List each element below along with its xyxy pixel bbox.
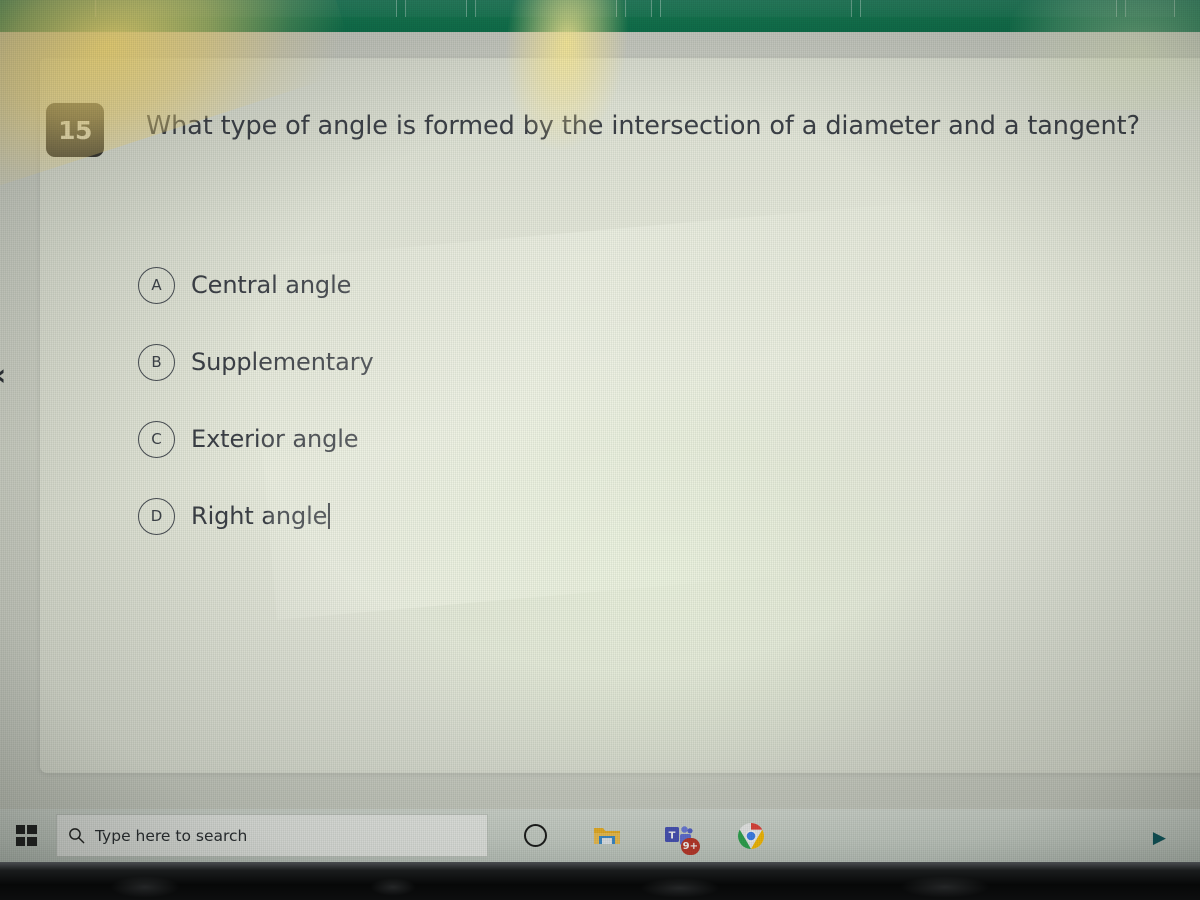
search-input[interactable]: Type here to search	[56, 814, 488, 857]
browser-tab[interactable]	[625, 0, 652, 17]
answer-option-b[interactable]: B Supplementary	[138, 333, 838, 391]
start-button[interactable]	[0, 809, 52, 862]
tray-expand-arrow-icon[interactable]: ▶	[1153, 828, 1166, 848]
browser-tab[interactable]	[405, 0, 467, 17]
browser-tabs	[0, 0, 1200, 17]
browser-tab[interactable]	[660, 0, 852, 17]
question-number-badge: 15	[46, 103, 104, 157]
question-row: 15 What type of angle is formed by the i…	[44, 103, 1184, 157]
teams-notification-badge: 9+	[680, 837, 700, 855]
answer-option-a[interactable]: A Central angle	[138, 256, 838, 314]
file-explorer-icon[interactable]	[590, 819, 624, 853]
browser-tab[interactable]	[1125, 0, 1175, 17]
cortana-icon[interactable]	[518, 819, 552, 853]
question-text: What type of angle is formed by the inte…	[146, 111, 1140, 141]
quiz-card: 15 What type of angle is formed by the i…	[40, 58, 1200, 788]
windows-logo-icon	[15, 825, 37, 846]
photo-of-laptop-screen: ‹ 15 What type of angle is formed by the…	[0, 0, 1200, 900]
browser-tab[interactable]	[475, 0, 617, 17]
option-letter-circle-d[interactable]: D	[138, 497, 175, 535]
search-icon	[57, 827, 95, 844]
option-label-b: Supplementary	[191, 348, 374, 376]
option-label-d: Right angle	[191, 502, 330, 530]
search-placeholder: Type here to search	[95, 826, 248, 845]
browser-tab[interactable]	[95, 0, 397, 17]
option-label-c: Exterior angle	[191, 425, 359, 453]
laptop-base	[0, 862, 1200, 900]
answer-options-list: A Central angle B Supplementary C Exteri…	[138, 256, 838, 564]
answer-option-c[interactable]: C Exterior angle	[138, 410, 838, 468]
microsoft-teams-icon[interactable]: T 9+	[662, 819, 700, 855]
google-chrome-icon[interactable]	[734, 819, 768, 853]
option-label-a: Central angle	[191, 271, 352, 299]
option-label-d-text: Right angle	[191, 502, 328, 530]
text-caret	[328, 503, 330, 529]
back-arrow-icon[interactable]: ‹	[0, 360, 18, 392]
option-letter-circle-b[interactable]: B	[138, 343, 175, 381]
svg-text:T: T	[669, 830, 676, 841]
taskbar-icons: T 9+	[518, 819, 768, 855]
browser-tab[interactable]	[860, 0, 1117, 17]
option-letter-circle-a[interactable]: A	[138, 266, 175, 304]
windows-taskbar: Type here to search T 9+ ▶	[0, 809, 1200, 862]
option-letter-circle-c[interactable]: C	[138, 420, 175, 458]
monitor-surface: ‹ 15 What type of angle is formed by the…	[0, 0, 1200, 862]
browser-tab-strip	[0, 0, 1200, 32]
answer-option-d[interactable]: D Right angle	[138, 487, 838, 545]
